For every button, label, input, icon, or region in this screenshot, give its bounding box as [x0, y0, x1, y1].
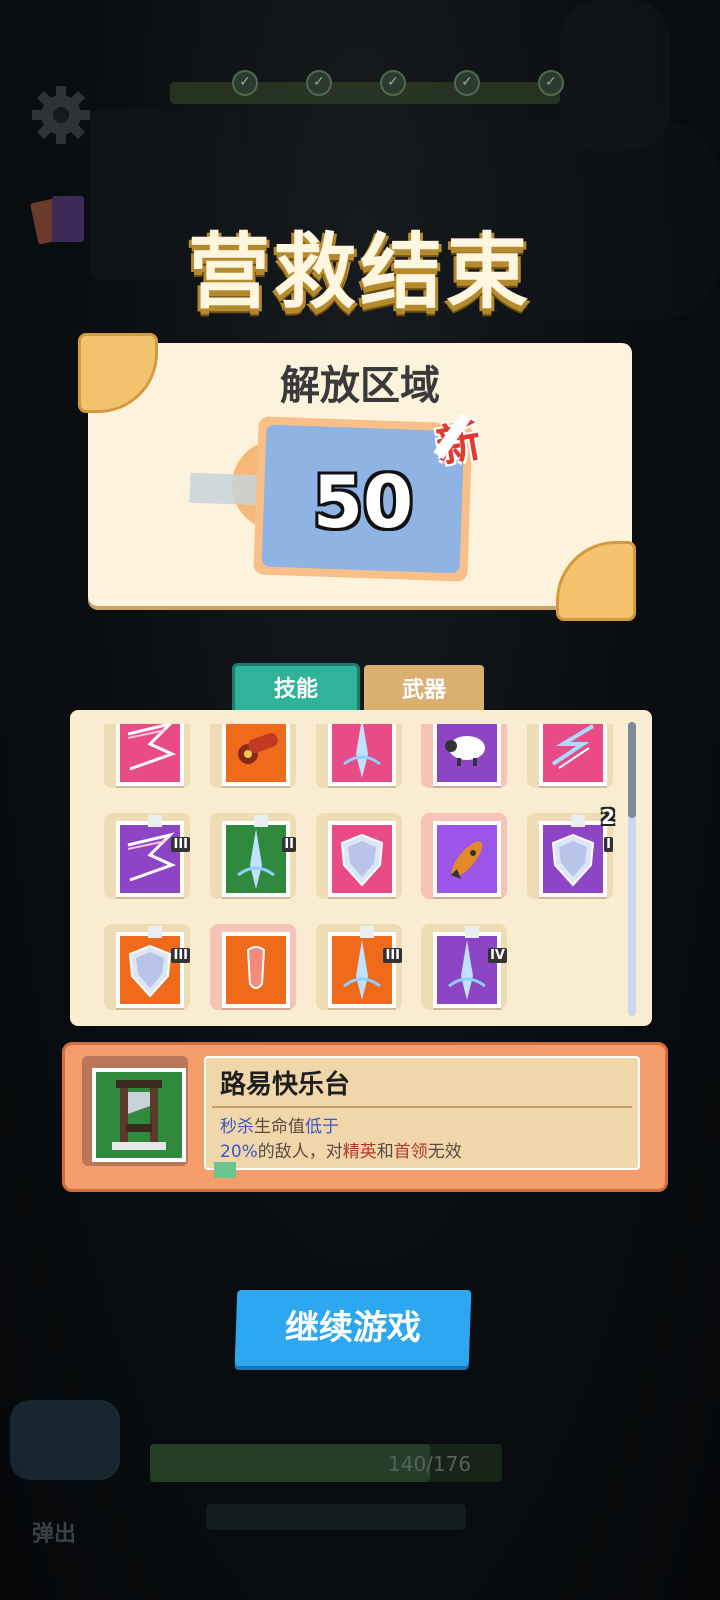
skill-card	[433, 821, 501, 897]
liberated-zone-label: 解放区域	[280, 363, 440, 409]
continue-button[interactable]: 继续游戏	[234, 1290, 472, 1366]
sheep-icon	[445, 736, 485, 766]
skill-card: III	[328, 926, 402, 1008]
desc-text: 生命值	[254, 1117, 305, 1137]
skill-count-badge: 2	[601, 805, 615, 829]
lightning-icon	[127, 724, 176, 771]
card-pin	[465, 926, 479, 938]
skill-card: IV	[433, 926, 507, 1008]
liberated-zone-value: 50	[312, 460, 414, 544]
checkpoint-check-icon: ✓	[380, 70, 406, 96]
skill-slot[interactable]: I2	[527, 805, 615, 899]
chain-lightning-icon	[551, 724, 595, 769]
skill-card	[222, 932, 290, 1008]
card-pin	[254, 815, 268, 827]
player-tank	[10, 1400, 120, 1480]
skill-level-badge: I	[604, 837, 613, 852]
shield-icon	[340, 833, 384, 887]
skill-slot[interactable]: III	[316, 924, 402, 1010]
tape-decoration	[189, 472, 263, 506]
skill-card: III	[116, 926, 190, 1008]
shield-icon	[551, 833, 595, 887]
desc-text: 无效	[427, 1142, 462, 1162]
desc-text: 和	[376, 1142, 394, 1162]
cannon-icon	[238, 732, 278, 764]
checkpoint-check-icon: ✓	[232, 70, 258, 96]
skill-slot[interactable]: IV	[421, 924, 507, 1010]
tab-weapons[interactable]: 武器	[364, 665, 484, 715]
skill-name: 路易快乐台	[220, 1070, 351, 1100]
ice-spike-icon	[448, 940, 486, 1000]
scrollbar-thumb[interactable]	[628, 722, 636, 818]
level-progress-track	[170, 82, 560, 104]
ice-spike-icon	[343, 724, 381, 778]
skill-card: II	[222, 815, 296, 897]
gear-icon[interactable]	[30, 84, 92, 146]
skill-level-badge: II	[282, 837, 296, 852]
card-pin	[571, 815, 585, 827]
skill-card	[328, 821, 396, 897]
checkpoint-check-icon: ✓	[306, 70, 332, 96]
skill-level-badge: III	[383, 948, 402, 963]
divider	[212, 1106, 632, 1108]
desc-keyword-elite: 精英	[342, 1142, 377, 1162]
rocket-icon	[451, 841, 483, 879]
skill-slot[interactable]: III	[104, 924, 190, 1010]
skill-slot[interactable]	[421, 813, 507, 899]
page-title: 营救结束	[187, 225, 532, 320]
checkpoint-check-icon: ✓	[454, 70, 480, 96]
skill-slot[interactable]: II	[210, 813, 296, 899]
skill-level-badge: IV	[488, 948, 507, 963]
lightning-icon	[127, 832, 176, 882]
card-pin	[148, 815, 162, 827]
checkpoint-check-icon: ✓	[538, 70, 564, 96]
tooth-icon	[246, 946, 266, 989]
card-pin	[360, 926, 374, 938]
skill-description-line2: 20%的敌人，对精英和首领无效	[220, 1137, 462, 1162]
ice-spike-icon	[237, 829, 275, 889]
desc-keyword-below: 低于	[305, 1117, 339, 1137]
eject-button[interactable]: 弹出	[32, 1516, 76, 1548]
skill-slot[interactable]	[316, 813, 402, 899]
hp-text: 140/176	[388, 1452, 472, 1476]
skill-slot[interactable]: III	[104, 813, 190, 899]
skill-card: I	[539, 815, 613, 897]
guillotine-icon	[92, 1068, 186, 1162]
skill-description-line1: 秒杀生命值低于	[220, 1112, 339, 1137]
skill-level-badge: III	[171, 837, 190, 852]
skill-slot[interactable]	[210, 924, 296, 1010]
skill-card: III	[116, 815, 190, 897]
secondary-bar	[206, 1504, 466, 1530]
desc-text: 的敌人，对	[257, 1142, 343, 1162]
bookmark-icon	[214, 1162, 236, 1178]
ice-spike-icon	[343, 940, 381, 1000]
card-pin	[148, 926, 162, 938]
desc-keyword-boss: 首领	[393, 1142, 428, 1162]
skill-level-badge: III	[171, 948, 190, 963]
desc-keyword-instakill: 秒杀	[220, 1117, 254, 1137]
desc-keyword-percent: 20%	[220, 1142, 258, 1162]
shield-icon	[128, 944, 172, 998]
